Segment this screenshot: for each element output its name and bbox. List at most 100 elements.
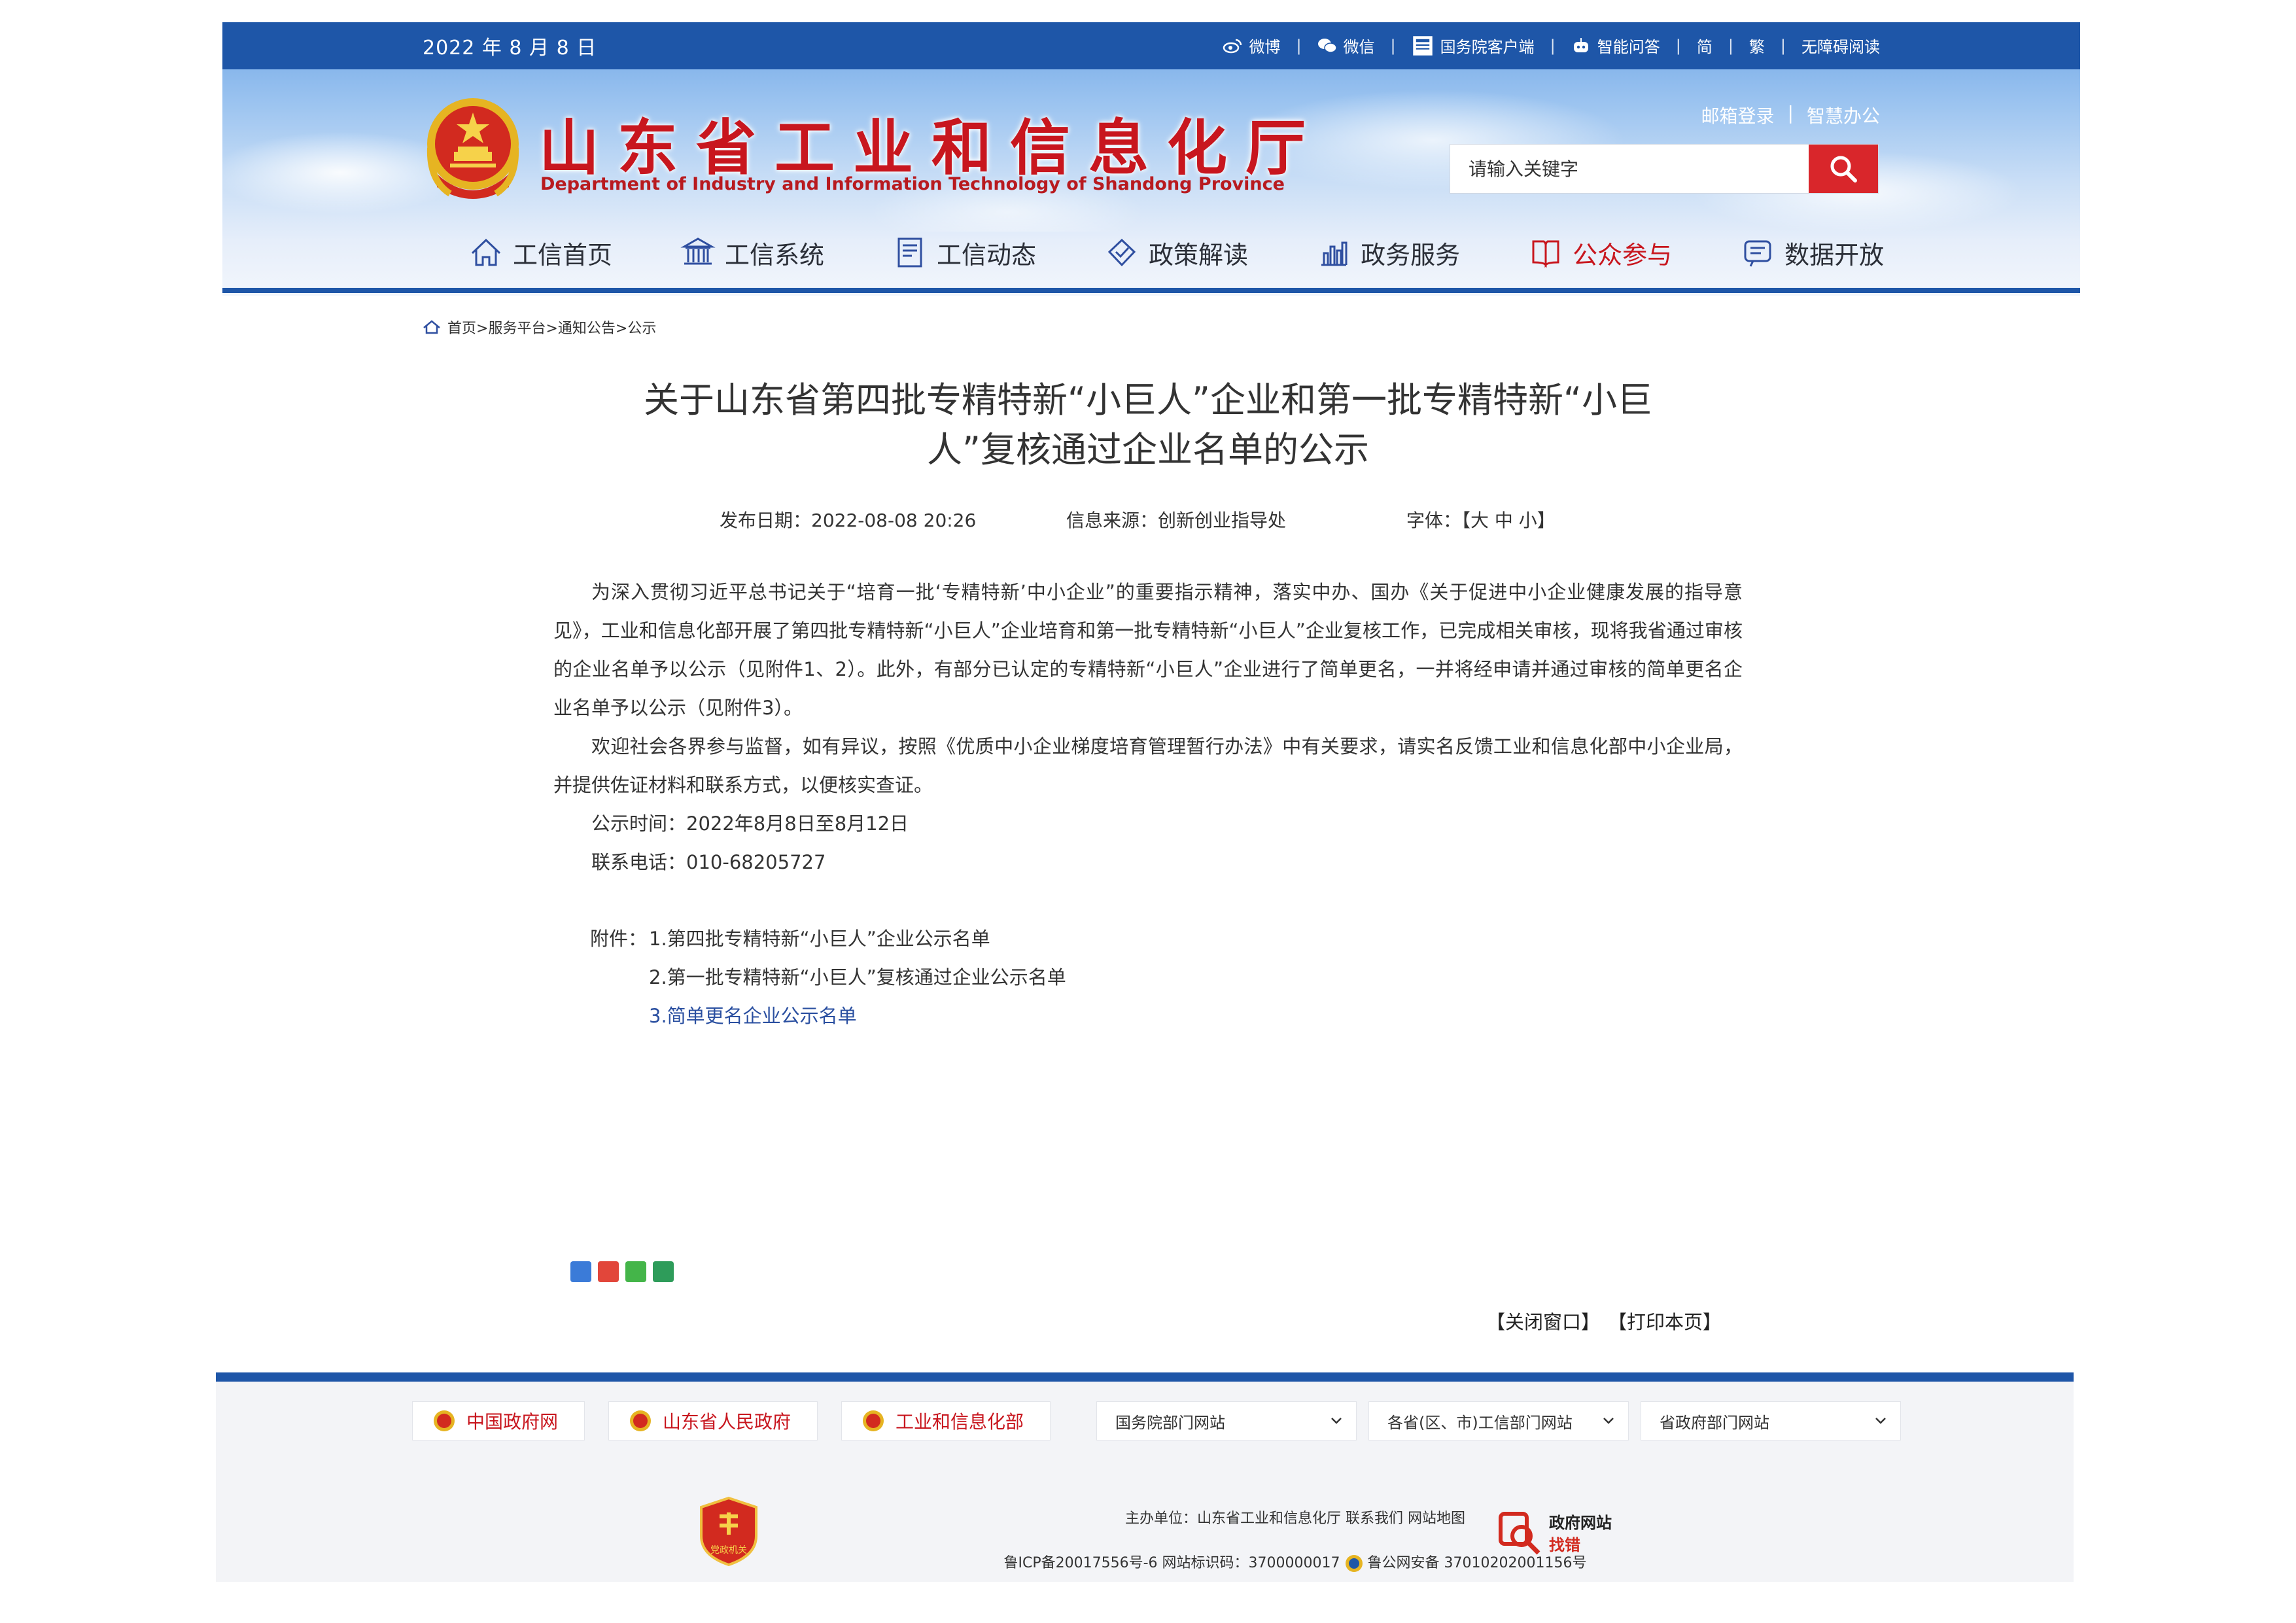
contact-phone: 联系电话：010-68205727: [591, 851, 826, 873]
article-title: 关于山东省第四批专精特新“小巨人”企业和第一批专精特新“小巨 人”复核通过企业名…: [644, 379, 1652, 470]
party-government-badge-icon: 党政机关: [700, 1496, 757, 1567]
search-button[interactable]: [1809, 145, 1878, 193]
breadcrumb: 首页>服务平台>通知公告>公示: [423, 317, 656, 338]
chevron-down-icon: [1875, 1418, 1886, 1424]
mailbox-login-link[interactable]: 邮箱登录: [1701, 102, 1775, 128]
accessibility-link[interactable]: 无障碍阅读: [1801, 34, 1880, 57]
party-government-badge[interactable]: 党政机关: [697, 1495, 760, 1567]
paragraph: 为深入贯彻习近平总书记关于“培育一批‘专精特新’中小企业”的重要指示精神，落实中…: [553, 581, 1743, 719]
search-input[interactable]: [1450, 145, 1809, 193]
robot-icon: [1573, 37, 1588, 52]
nav-item-system[interactable]: 工信系统: [680, 235, 824, 271]
breadcrumb-notices[interactable]: 通知公告: [558, 321, 616, 337]
search-box: [1450, 144, 1879, 194]
info-source: 信息来源：创新创业指导处: [1066, 510, 1287, 531]
separator: |: [1728, 36, 1733, 55]
police-badge-icon: [1345, 1555, 1363, 1572]
close-window-button[interactable]: 【关闭窗口】: [1486, 1307, 1600, 1335]
footer-link-shandong-gov[interactable]: 山东省人民政府: [608, 1401, 818, 1440]
nav-item-news[interactable]: 工信动态: [892, 235, 1036, 271]
nav-item-open-data[interactable]: 数据开放: [1740, 235, 1884, 271]
footer-links: 中国政府网 山东省人民政府 工业和信息化部: [412, 1401, 1051, 1440]
provincial-miit-sites-select[interactable]: 各省(区、市)工信部门网站: [1368, 1401, 1629, 1440]
nav-item-service[interactable]: 政务服务: [1316, 235, 1460, 271]
article-content: 为深入贯彻习近平总书记关于“培育一批‘专精特新’中小企业”的重要指示精神，落实中…: [553, 573, 1743, 882]
breadcrumb-publicity[interactable]: 公示: [627, 321, 656, 337]
nav-item-home[interactable]: 工信首页: [468, 235, 612, 271]
icp-info[interactable]: 鲁ICP备20017556号-6 网站标识码：3700000017: [1004, 1541, 1340, 1586]
douban-share-icon[interactable]: [653, 1261, 674, 1282]
emblem-icon: [434, 1410, 455, 1431]
simplified-chinese-link[interactable]: 简: [1697, 34, 1713, 57]
data-icon: [1744, 240, 1771, 267]
breadcrumb-service-platform[interactable]: 服务平台: [488, 321, 546, 337]
service-icon: [1321, 241, 1348, 266]
nav-item-policy[interactable]: 政策解读: [1104, 235, 1248, 271]
traditional-chinese-link[interactable]: 繁: [1749, 34, 1765, 57]
svg-text:党政机关: 党政机关: [710, 1545, 747, 1556]
policy-icon: [1107, 238, 1136, 267]
wechat-icon: [1317, 38, 1337, 53]
site-subtitle: Department of Industry and Information T…: [540, 174, 1285, 194]
site-footer: 中国政府网 山东省人民政府 工业和信息化部 国务院部门网站 各省(区、市)工信部…: [216, 1382, 2074, 1582]
attachments-label: 附件：: [590, 928, 648, 950]
footer-link-miit[interactable]: 工业和信息化部: [841, 1401, 1051, 1440]
top-bar: 2022 年 8 月 8 日 微博 | 微信 | 国务院客户端 | 智能问答 |…: [222, 22, 2080, 69]
state-council-sites-select[interactable]: 国务院部门网站: [1096, 1401, 1357, 1440]
paragraph: 欢迎社会各界参与监督，如有异议，按照《优质中小企业梯度培育管理暂行办法》中有关要…: [553, 735, 1743, 796]
chevron-down-icon: [1331, 1418, 1342, 1424]
header-links: 邮箱登录 | 智慧办公: [1701, 102, 1880, 128]
header-divider: [222, 288, 2080, 293]
separator: |: [1787, 102, 1794, 124]
weibo-share-icon[interactable]: [598, 1261, 619, 1282]
footer-divider: [216, 1372, 2074, 1382]
current-date: 2022 年 8 月 8 日: [423, 37, 597, 60]
publicity-period: 公示时间：2022年8月8日至8月12日: [591, 812, 909, 835]
footer-selects: 国务院部门网站 各省(区、市)工信部门网站 省政府部门网站: [1096, 1401, 1901, 1440]
building-icon: [680, 237, 716, 265]
qzone-share-icon[interactable]: [570, 1261, 591, 1282]
attachment-link[interactable]: 1.第四批专精特新“小巨人”企业公示名单: [649, 920, 990, 958]
attachment-link[interactable]: 3.简单更名企业公示名单: [649, 997, 857, 1036]
weibo-icon: [1223, 39, 1242, 53]
share-bar: [570, 1261, 674, 1282]
top-link-qa[interactable]: 智能问答: [1571, 34, 1660, 57]
emblem-icon: [630, 1410, 652, 1431]
home-icon: [423, 320, 440, 334]
emblem-icon: [863, 1410, 884, 1431]
separator: |: [1390, 36, 1396, 55]
smart-office-link[interactable]: 智慧办公: [1807, 102, 1880, 128]
nav-item-participation[interactable]: 公众参与: [1528, 235, 1672, 271]
top-link-weibo[interactable]: 微博: [1223, 34, 1280, 57]
separator: |: [1780, 36, 1786, 55]
top-links: 微博 | 微信 | 国务院客户端 | 智能问答 | 简 | 繁 | 无障碍阅读: [1223, 34, 1880, 57]
site-header: 2022 年 8 月 8 日 微博 | 微信 | 国务院客户端 | 智能问答 |…: [222, 22, 2080, 296]
page-actions: 【关闭窗口】 【打印本页】: [1486, 1307, 1722, 1335]
host-info: 主办单位：山东省工业和信息化厅 联系我们 网站地图: [1125, 1510, 1465, 1527]
magnifier-icon: [1499, 1512, 1540, 1555]
separator: |: [1675, 36, 1681, 55]
attachment-link[interactable]: 2.第一批专精特新“小巨人”复核通过企业公示名单: [649, 958, 1066, 997]
news-icon: [897, 237, 922, 268]
print-page-button[interactable]: 【打印本页】: [1608, 1307, 1722, 1335]
font-size-selector[interactable]: 字体：【大 中 小】: [1406, 506, 1556, 532]
separator: |: [1296, 36, 1302, 55]
mobile-app-icon: [1412, 35, 1433, 56]
attachments: 附件： 1.第四批专精特新“小巨人”企业公示名单 2.第一批专精特新“小巨人”复…: [590, 920, 1066, 1036]
page: 2022 年 8 月 8 日 微博 | 微信 | 国务院客户端 | 智能问答 |…: [0, 0, 2296, 1623]
publish-date: 发布日期：2022-08-08 20:26: [720, 510, 977, 531]
top-link-app[interactable]: 国务院客户端: [1412, 34, 1535, 57]
home-icon: [471, 238, 501, 266]
gov-site-error-report[interactable]: 政府网站 找错: [1498, 1511, 1612, 1557]
footer-info: 主办单位：山东省工业和信息化厅 联系我们 网站地图 鲁ICP备20017556号…: [837, 1497, 1753, 1586]
search-icon: [1830, 156, 1857, 183]
top-link-wechat[interactable]: 微信: [1317, 34, 1375, 57]
footer-link-gov-cn[interactable]: 中国政府网: [412, 1401, 585, 1440]
chevron-down-icon: [1603, 1418, 1614, 1424]
provincial-gov-sites-select[interactable]: 省政府部门网站: [1641, 1401, 1901, 1440]
wechat-share-icon[interactable]: [625, 1261, 646, 1282]
national-emblem-icon: [426, 98, 519, 199]
breadcrumb-home[interactable]: 首页: [447, 321, 476, 337]
book-icon: [1532, 240, 1559, 268]
main-nav: 工信首页 工信系统 工信动态 政策解读 政务服务 公众参与 数据开放: [468, 226, 1952, 279]
